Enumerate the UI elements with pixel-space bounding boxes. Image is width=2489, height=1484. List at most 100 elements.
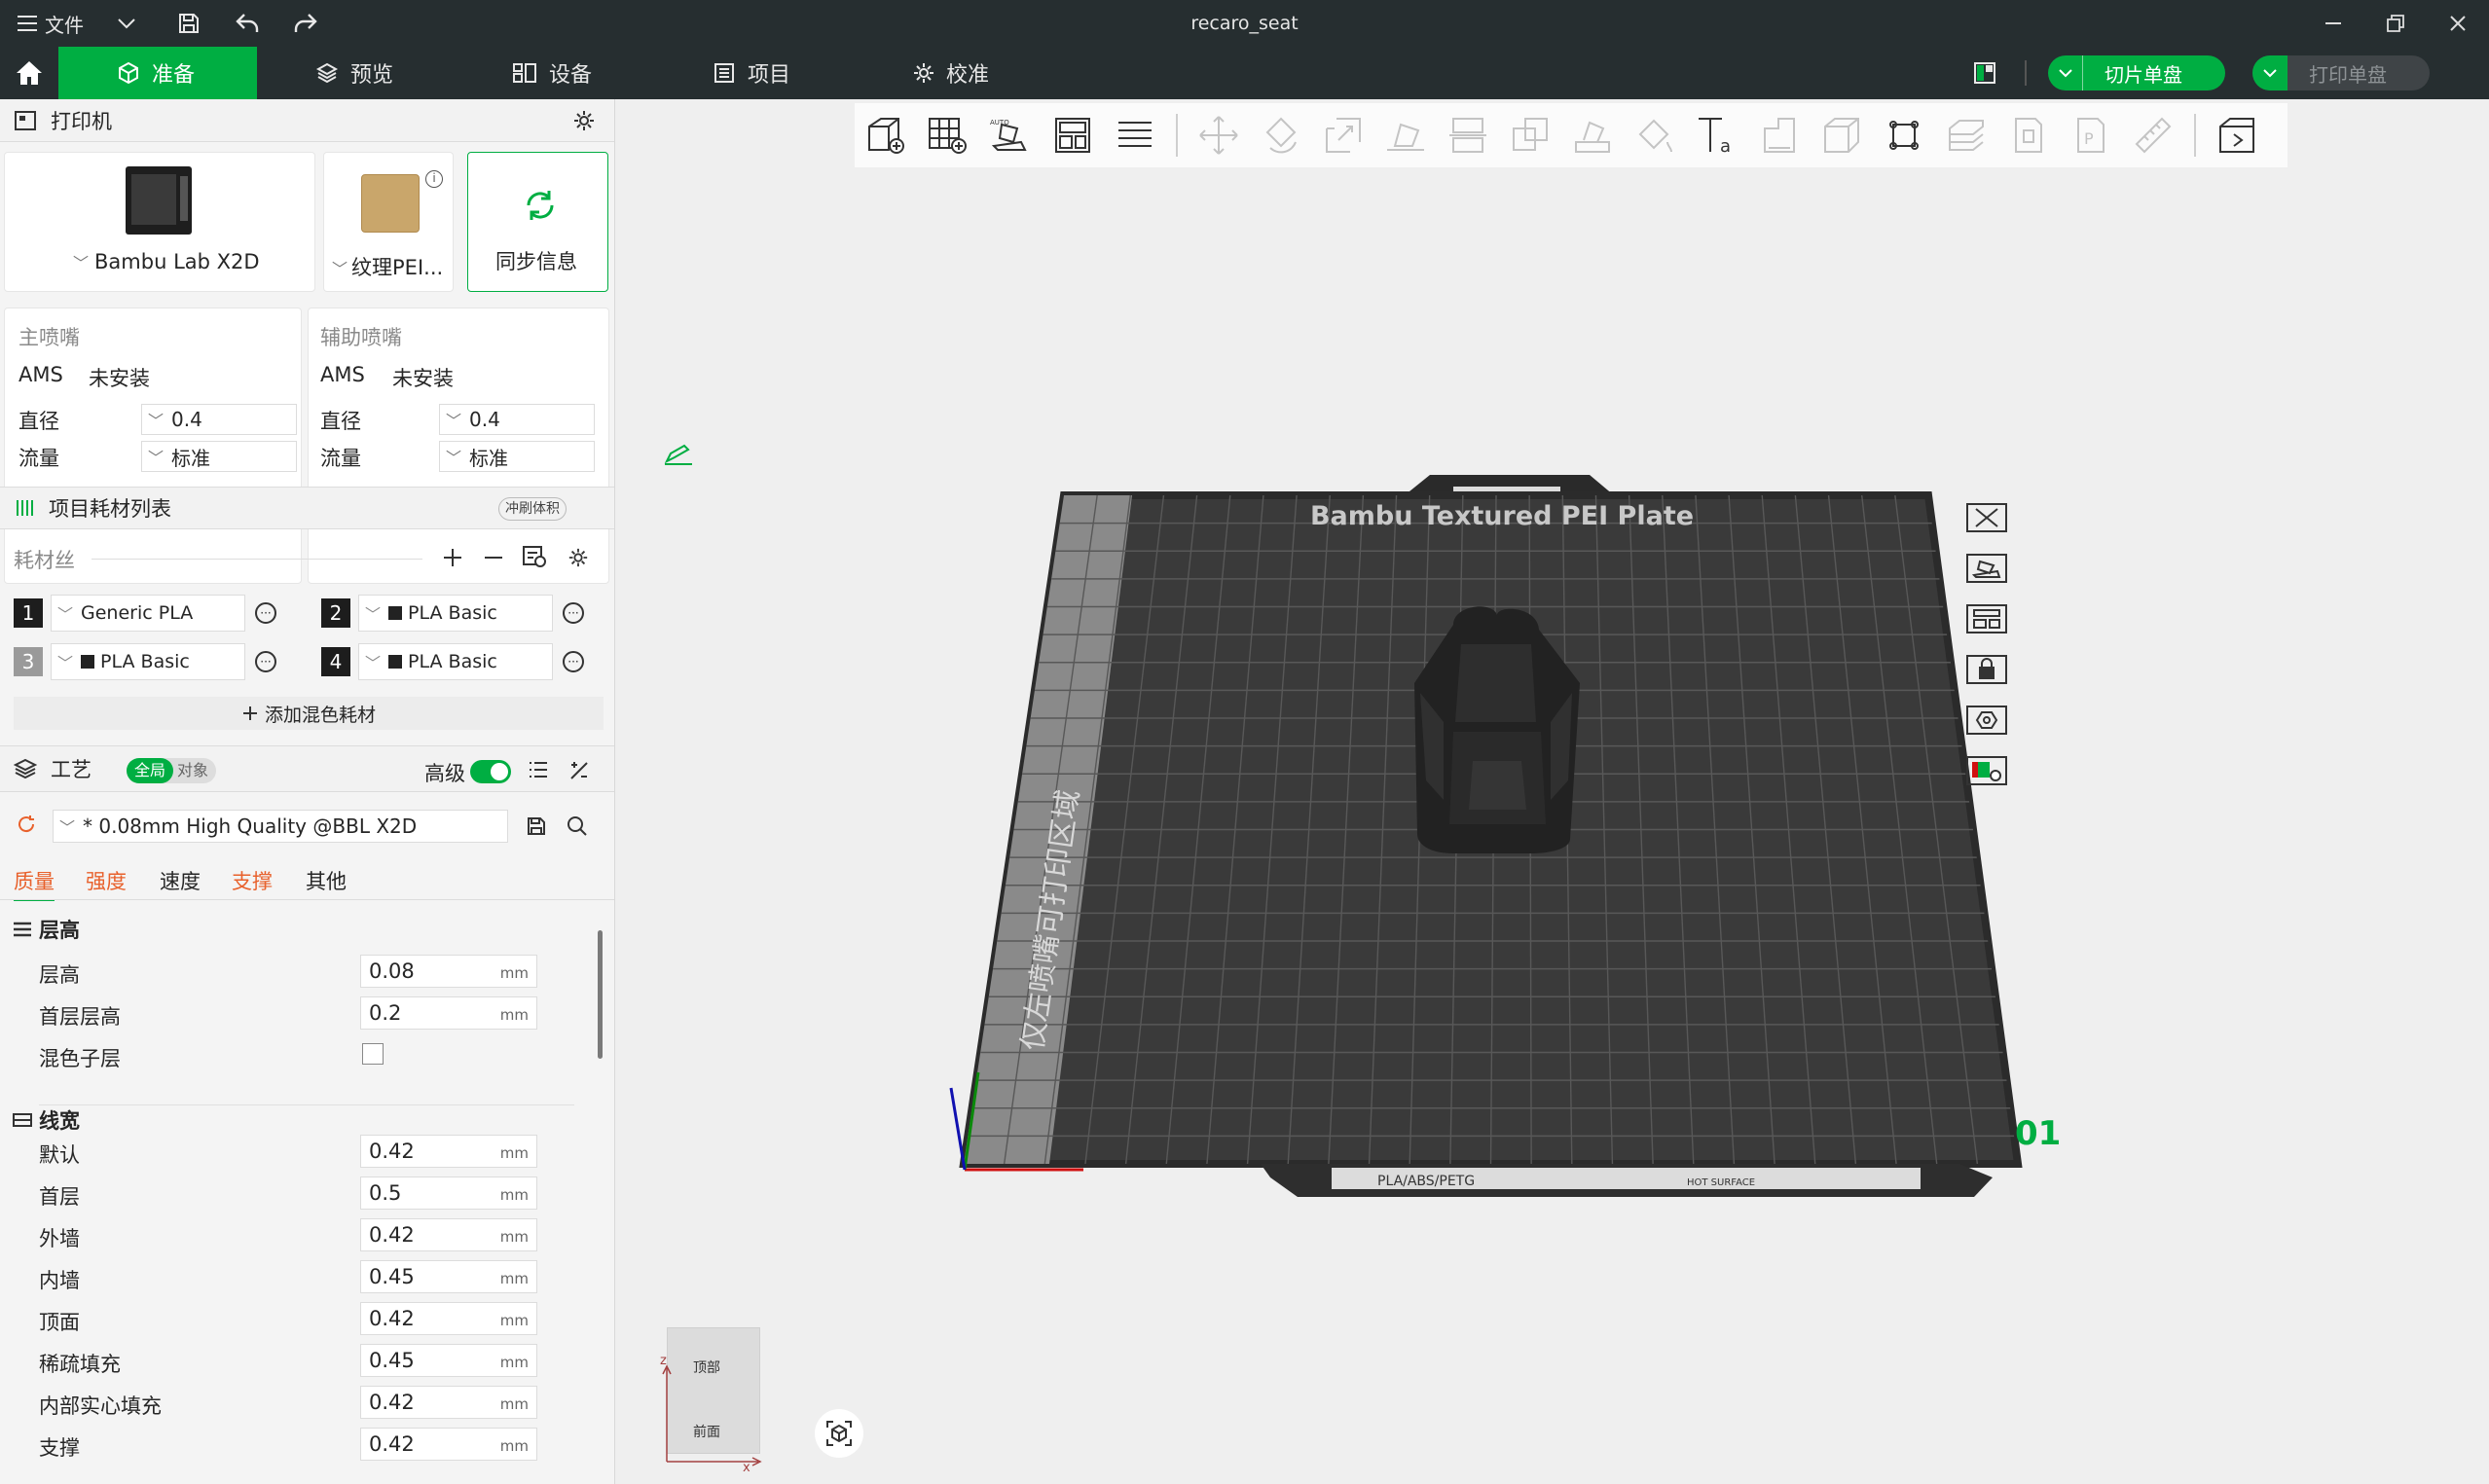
subtab-quality[interactable]: 质量 — [14, 866, 55, 901]
plate-preview-icon[interactable] — [1962, 749, 2011, 792]
filament-slot-2[interactable]: 2 ﹀ PLA Basic ··· — [321, 594, 584, 633]
printer-card[interactable]: ﹀ Bambu Lab X2D — [4, 152, 315, 292]
remove-filament-icon[interactable] — [483, 547, 504, 572]
undo-icon[interactable] — [218, 0, 276, 47]
param-value: 0.45 — [369, 1265, 415, 1288]
chevron-down-icon: ﹀ — [59, 818, 76, 837]
print-plate-button[interactable]: 打印单盘 — [2252, 55, 2430, 90]
param-width-support: 支撑 0.42 mm — [0, 1425, 584, 1464]
subtab-strength[interactable]: 强度 — [86, 866, 127, 895]
lock-plate-icon[interactable] — [1962, 648, 2011, 691]
aux-diameter-combo[interactable]: ﹀ 0.4 — [439, 404, 595, 435]
param-input[interactable]: 0.5 mm — [360, 1176, 537, 1210]
home-icon[interactable] — [0, 47, 58, 99]
plate-settings-hex-icon[interactable] — [1962, 699, 2011, 742]
subtab-support[interactable]: 支撑 — [232, 866, 273, 895]
add-mixed-filament-button[interactable]: 添加混色耗材 — [14, 697, 604, 730]
param-input[interactable]: 0.45 mm — [360, 1260, 537, 1293]
save-icon[interactable] — [160, 0, 218, 47]
param-input[interactable]: 0.42 mm — [360, 1386, 537, 1419]
advanced-toggle-switch[interactable] — [470, 760, 511, 783]
reset-profile-icon[interactable] — [16, 814, 37, 839]
plate-number[interactable]: 01 — [2015, 1114, 2061, 1153]
info-icon[interactable]: i — [425, 170, 443, 188]
aux-flow-combo[interactable]: ﹀ 标准 — [439, 441, 595, 472]
param-input[interactable]: 0.42 mm — [360, 1428, 537, 1461]
profile-name: * 0.08mm High Quality @BBL X2D — [83, 814, 418, 838]
flush-volume-button[interactable]: 冲刷体积 — [498, 497, 567, 521]
more-options-icon[interactable]: ··· — [255, 602, 276, 624]
more-options-icon[interactable]: ··· — [255, 651, 276, 672]
more-options-icon[interactable]: ··· — [563, 602, 584, 624]
reset-view-button[interactable] — [815, 1409, 863, 1458]
calibrate-gear-icon — [914, 63, 933, 83]
param-input[interactable]: 0.08 mm — [360, 955, 537, 988]
redo-icon[interactable] — [276, 0, 335, 47]
toggle-object[interactable]: 对象 — [173, 758, 212, 783]
tab-prepare[interactable]: 准备 — [58, 47, 257, 99]
filament-combo[interactable]: ﹀ PLA Basic — [51, 643, 245, 680]
group-title: 线宽 — [39, 1109, 80, 1133]
orient-plate-icon[interactable] — [1962, 547, 2011, 590]
param-input[interactable]: 0.42 mm — [360, 1135, 537, 1168]
plate-type-combo[interactable]: ﹀ 纹理PEI... — [332, 252, 443, 281]
subtab-speed[interactable]: 速度 — [160, 866, 201, 895]
process-profile-combo[interactable]: ﹀ * 0.08mm High Quality @BBL X2D — [53, 810, 508, 843]
main-nozzle-card: 主喷嘴 AMS 未安装 直径 ﹀ 0.4 流量 ﹀ 标准 — [4, 308, 302, 584]
sync-info-button[interactable]: 同步信息 — [467, 152, 608, 292]
main-diameter-combo[interactable]: ﹀ 0.4 — [141, 404, 297, 435]
plate-layout-icon[interactable] — [1972, 60, 1997, 86]
chevron-down-icon[interactable] — [93, 0, 160, 47]
filament-settings-gear-icon[interactable] — [567, 547, 589, 572]
compare-percent-icon[interactable] — [568, 760, 590, 786]
mix-sublayer-checkbox[interactable] — [362, 1043, 384, 1065]
global-object-toggle[interactable]: 全局 对象 — [127, 758, 216, 783]
slice-plate-button[interactable]: 切片单盘 — [2048, 55, 2225, 90]
printer-settings-gear-icon[interactable] — [572, 109, 596, 137]
slice-dropdown-chevron-icon[interactable] — [2048, 55, 2083, 90]
filament-slot-4[interactable]: 4 ﹀ PLA Basic ··· — [321, 642, 584, 681]
filament-sync-icon[interactable] — [522, 545, 547, 572]
build-plate-scene[interactable]: Bambu Textured PEI Plate 仅左喷嘴可打印区域 PLA/A… — [616, 99, 2489, 1484]
printer-model-combo[interactable]: ﹀ Bambu Lab X2D — [73, 250, 260, 273]
param-label: 内部实心填充 — [39, 1394, 162, 1418]
delete-plate-icon[interactable] — [1962, 496, 2011, 539]
param-input[interactable]: 0.42 mm — [360, 1302, 537, 1335]
filament-slot-3[interactable]: 3 ﹀ PLA Basic ··· — [14, 642, 276, 681]
aux-flow-label: 流量 — [320, 447, 361, 470]
aux-diameter-label: 直径 — [320, 410, 361, 433]
save-profile-icon[interactable] — [526, 815, 547, 841]
main-flow-combo[interactable]: ﹀ 标准 — [141, 441, 297, 472]
param-input[interactable]: 0.2 mm — [360, 996, 537, 1030]
plate-type-card[interactable]: i ﹀ 纹理PEI... — [323, 152, 454, 292]
3d-viewport[interactable]: AUTO a P Bambu Textured PEI Plate 仅左喷嘴可打… — [616, 99, 2489, 1484]
more-options-icon[interactable]: ··· — [563, 651, 584, 672]
filament-combo[interactable]: ﹀ PLA Basic — [358, 643, 553, 680]
tab-calibration[interactable]: 校准 — [841, 47, 1036, 99]
settings-scrollbar[interactable] — [598, 930, 603, 1059]
filament-slot-1[interactable]: 1 ﹀ Generic PLA ··· — [14, 594, 276, 633]
main-diameter-label: 直径 — [18, 410, 59, 433]
chevron-down-icon: ﹀ — [148, 449, 165, 467]
arrange-plate-icon[interactable] — [1962, 597, 2011, 640]
param-input[interactable]: 0.42 mm — [360, 1218, 537, 1251]
search-icon[interactable] — [567, 815, 588, 841]
add-filament-icon[interactable] — [442, 547, 463, 572]
toggle-global[interactable]: 全局 — [127, 758, 174, 783]
advanced-label: 高级 — [424, 762, 465, 785]
restore-icon[interactable] — [2364, 0, 2427, 47]
subtab-other[interactable]: 其他 — [306, 866, 347, 895]
filament-combo[interactable]: ﹀ Generic PLA — [51, 595, 245, 632]
param-label: 稀疏填充 — [39, 1353, 121, 1376]
param-input[interactable]: 0.45 mm — [360, 1344, 537, 1377]
filament-combo[interactable]: ﹀ PLA Basic — [358, 595, 553, 632]
minimize-icon[interactable] — [2302, 0, 2364, 47]
list-view-icon[interactable] — [528, 760, 549, 784]
param-width-first-layer: 首层 0.5 mm — [0, 1174, 584, 1213]
tab-device[interactable]: 设备 — [452, 47, 646, 99]
tab-preview[interactable]: 预览 — [257, 47, 452, 99]
file-menu-button[interactable]: 文件 — [0, 0, 93, 47]
print-dropdown-chevron-icon[interactable] — [2252, 55, 2288, 90]
tab-project[interactable]: 项目 — [646, 47, 841, 99]
close-icon[interactable] — [2427, 0, 2489, 47]
